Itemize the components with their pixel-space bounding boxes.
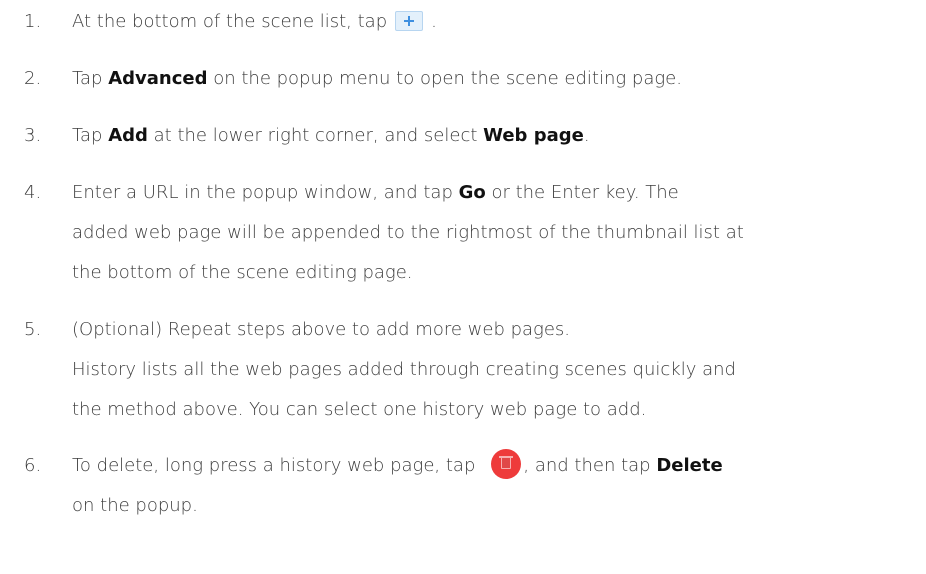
- step-number: 5.: [24, 319, 42, 340]
- step-text: on the popup menu to open the scene edit…: [207, 68, 682, 89]
- step-text: To delete, long press a history web page…: [72, 455, 476, 476]
- ui-term-delete: Delete: [656, 455, 723, 476]
- step-number: 3.: [24, 125, 42, 146]
- step-text: the bottom of the scene editing page.: [72, 262, 413, 283]
- step-text: Enter a URL in the popup window, and tap: [72, 182, 459, 203]
- step-text: or the Enter key. The: [485, 182, 679, 203]
- step-text: At the bottom of the scene list, tap: [72, 11, 388, 32]
- step-text: at the lower right corner, and select: [147, 125, 484, 146]
- step-5: 5. (Optional) Repeat steps above to add …: [24, 310, 926, 430]
- plus-button-icon: [395, 11, 424, 31]
- step-number: 1.: [24, 11, 42, 32]
- step-text: .: [431, 11, 437, 32]
- step-number: 6.: [24, 455, 42, 476]
- step-text: Tap: [72, 68, 109, 89]
- step-text: Tap: [72, 125, 109, 146]
- step-1: 1. At the bottom of the scene list, tap.: [24, 2, 926, 42]
- step-text: History lists all the web pages added th…: [72, 359, 736, 380]
- ui-term-add: Add: [108, 125, 148, 146]
- step-text: .: [583, 125, 590, 146]
- step-text: , and then tap: [523, 455, 657, 476]
- step-text: on the popup.: [72, 495, 198, 516]
- step-3: 3. Tap Add at the lower right corner, an…: [24, 116, 926, 156]
- trash-button-icon: [491, 449, 522, 479]
- ui-term-web-page: Web page: [483, 125, 584, 146]
- instructions-page: 1. At the bottom of the scene list, tap.…: [0, 0, 926, 574]
- step-4: 4. Enter a URL in the popup window, and …: [24, 173, 926, 293]
- step-2: 2. Tap Advanced on the popup menu to ope…: [24, 59, 926, 99]
- step-6: 6. To delete, long press a history web p…: [24, 446, 926, 526]
- step-number: 2.: [24, 68, 42, 89]
- step-number: 4.: [24, 182, 42, 203]
- step-text: the method above. You can select one his…: [72, 399, 647, 420]
- step-text: (Optional) Repeat steps above to add mor…: [72, 319, 571, 340]
- ui-term-advanced: Advanced: [108, 68, 208, 89]
- ui-term-go: Go: [458, 182, 486, 203]
- step-text: added web page will be appended to the r…: [72, 222, 744, 243]
